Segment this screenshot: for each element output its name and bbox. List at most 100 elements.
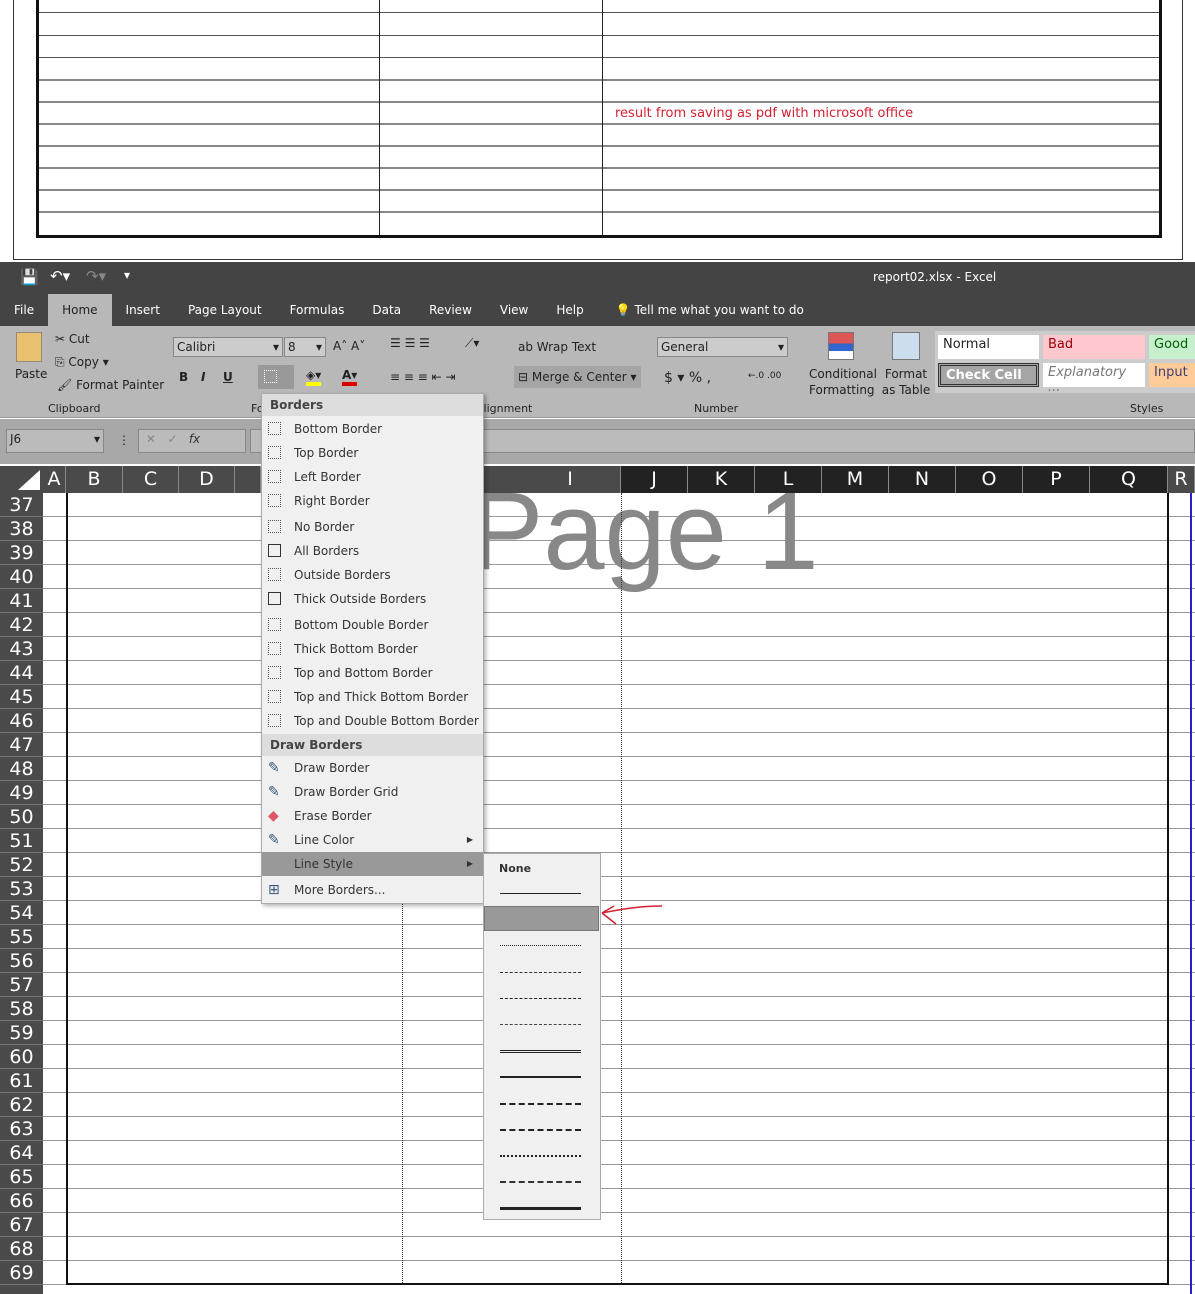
line-style-none[interactable]: None	[499, 862, 531, 875]
row-header[interactable]: 39	[0, 541, 43, 565]
format-painter-button[interactable]: 🖌 Format Painter	[57, 378, 164, 392]
menu-item-top-and-thick-bottom-border[interactable]: Top and Thick Bottom Border	[262, 685, 483, 709]
bold-button[interactable]: B	[179, 370, 188, 384]
row-header[interactable]: 63	[0, 1117, 43, 1141]
row-header[interactable]: 46	[0, 709, 43, 733]
column-header-d[interactable]: D	[179, 466, 235, 493]
menu-item-more-borders-[interactable]: ⊞ More Borders...	[262, 878, 483, 902]
style-normal[interactable]: Normal	[938, 335, 1039, 359]
style-explanatory[interactable]: Explanatory ...	[1043, 363, 1145, 395]
style-input[interactable]: Input	[1149, 363, 1195, 387]
conditional-formatting-button[interactable]: Conditional Formatting	[809, 366, 877, 398]
column-header-e[interactable]	[235, 466, 261, 493]
menu-item-right-border[interactable]: Right Border	[262, 489, 483, 513]
row-header[interactable]: 66	[0, 1189, 43, 1213]
row-header[interactable]: 52	[0, 853, 43, 877]
menu-item-no-border[interactable]: No Border	[262, 515, 483, 539]
line-style-slant-dash-dot[interactable]	[500, 1181, 581, 1184]
column-header-p[interactable]: P	[1023, 466, 1090, 493]
row-header[interactable]: 38	[0, 517, 43, 541]
menu-item-draw-border-grid[interactable]: ✎ Draw Border Grid	[262, 780, 483, 804]
line-style-thin[interactable]	[500, 893, 581, 894]
row-header[interactable]: 55	[0, 925, 43, 949]
customize-qat-icon[interactable]: ▾	[124, 268, 130, 282]
tab-review[interactable]: Review	[415, 294, 486, 326]
row-header[interactable]: 45	[0, 685, 43, 709]
orientation-icon[interactable]: ⟋▾	[465, 336, 479, 351]
currency-button[interactable]: $ ▾ % ,	[664, 370, 711, 386]
tab-help[interactable]: Help	[542, 294, 597, 326]
row-header[interactable]: 60	[0, 1045, 43, 1069]
row-header[interactable]: 42	[0, 613, 43, 637]
row-header[interactable]: 48	[0, 757, 43, 781]
row-header[interactable]: 49	[0, 781, 43, 805]
row-header[interactable]: 47	[0, 733, 43, 757]
align-left-icon[interactable]: ≡ ≡ ≡ ⇤ ⇥	[390, 370, 456, 384]
redo-icon[interactable]: ↷▾	[86, 267, 106, 285]
tab-data[interactable]: Data	[358, 294, 415, 326]
paste-icon[interactable]	[16, 332, 42, 362]
row-header[interactable]: 68	[0, 1237, 43, 1261]
align-top-icon[interactable]: ☰ ☰ ☰	[390, 336, 430, 350]
font-color-icon[interactable]: A▾	[342, 368, 358, 386]
tab-tell-me-what-you-want-to-do[interactable]: 💡 Tell me what you want to do	[612, 294, 818, 326]
line-style-medium[interactable]	[500, 1076, 581, 1079]
column-header-m[interactable]: M	[822, 466, 889, 493]
format-as-table-button[interactable]: Format as Table	[878, 366, 934, 398]
row-header[interactable]: 44	[0, 661, 43, 685]
borders-button[interactable]	[258, 365, 294, 389]
menu-item-erase-border[interactable]: ◆ Erase Border	[262, 804, 483, 828]
copy-button[interactable]: ⎘ Copy ▾	[55, 355, 109, 370]
fx-icon[interactable]: fx	[189, 432, 200, 446]
paste-button[interactable]: Paste	[15, 367, 47, 381]
row-header[interactable]: 59	[0, 1021, 43, 1045]
formula-buttons[interactable]: ✕ ✓ fx	[138, 429, 246, 453]
row-header[interactable]: 62	[0, 1093, 43, 1117]
line-style-thick[interactable]	[500, 1207, 581, 1211]
row-header[interactable]: 51	[0, 829, 43, 853]
menu-item-line-color[interactable]: ✎ Line Color ▶	[262, 828, 483, 852]
tab-formulas[interactable]: Formulas	[276, 294, 359, 326]
menu-item-thick-bottom-border[interactable]: Thick Bottom Border	[262, 637, 483, 661]
column-header-c[interactable]: C	[123, 466, 179, 493]
row-header[interactable]: 64	[0, 1141, 43, 1165]
menu-item-line-style[interactable]: Line Style ▶	[262, 852, 483, 876]
row-header[interactable]: 67	[0, 1213, 43, 1237]
row-header[interactable]: 58	[0, 997, 43, 1021]
font-grow-icon[interactable]: A˄ A˅	[333, 339, 365, 353]
line-style-medium-dash-dot[interactable]	[500, 1128, 581, 1131]
row-header[interactable]: 50	[0, 805, 43, 829]
tab-insert[interactable]: Insert	[112, 294, 174, 326]
menu-item-draw-border[interactable]: ✎ Draw Border	[262, 756, 483, 780]
menu-item-top-and-double-bottom-border[interactable]: Top and Double Bottom Border	[262, 709, 483, 733]
line-style-dash-dot-dot[interactable]	[500, 1024, 581, 1025]
underline-button[interactable]: U	[223, 370, 233, 384]
row-header[interactable]: 61	[0, 1069, 43, 1093]
tab-view[interactable]: View	[486, 294, 542, 326]
tab-page-layout[interactable]: Page Layout	[174, 294, 276, 326]
font-name-select[interactable]: Calibri ▾	[173, 337, 283, 357]
line-style-dashed-fine[interactable]	[500, 971, 581, 973]
fill-color-icon[interactable]: ◈▾	[306, 368, 322, 386]
menu-item-bottom-double-border[interactable]: Bottom Double Border	[262, 613, 483, 637]
menu-item-bottom-border[interactable]: Bottom Border	[262, 417, 483, 441]
font-size-select[interactable]: 8 ▾	[284, 337, 326, 357]
row-header[interactable]: 53	[0, 877, 43, 901]
menu-item-all-borders[interactable]: All Borders	[262, 539, 483, 563]
number-format-select[interactable]: General ▾	[657, 337, 788, 357]
column-header-n[interactable]: N	[889, 466, 956, 493]
line-style-medium-dash-dot-dot[interactable]	[500, 1155, 581, 1157]
italic-button[interactable]: I	[201, 370, 205, 384]
column-header-o[interactable]: O	[956, 466, 1023, 493]
style-good[interactable]: Good	[1149, 335, 1195, 359]
style-bad[interactable]: Bad	[1043, 335, 1145, 359]
menu-item-left-border[interactable]: Left Border	[262, 465, 483, 489]
column-header-q[interactable]: Q	[1090, 466, 1168, 493]
row-header[interactable]: 43	[0, 637, 43, 661]
column-header-b[interactable]: B	[66, 466, 123, 493]
line-style-dash-dot[interactable]	[500, 997, 581, 999]
cut-button[interactable]: ✂ Cut	[55, 332, 90, 346]
menu-item-top-border[interactable]: Top Border	[262, 441, 483, 465]
row-header[interactable]: 41	[0, 589, 43, 613]
row-header[interactable]: 54	[0, 901, 43, 925]
